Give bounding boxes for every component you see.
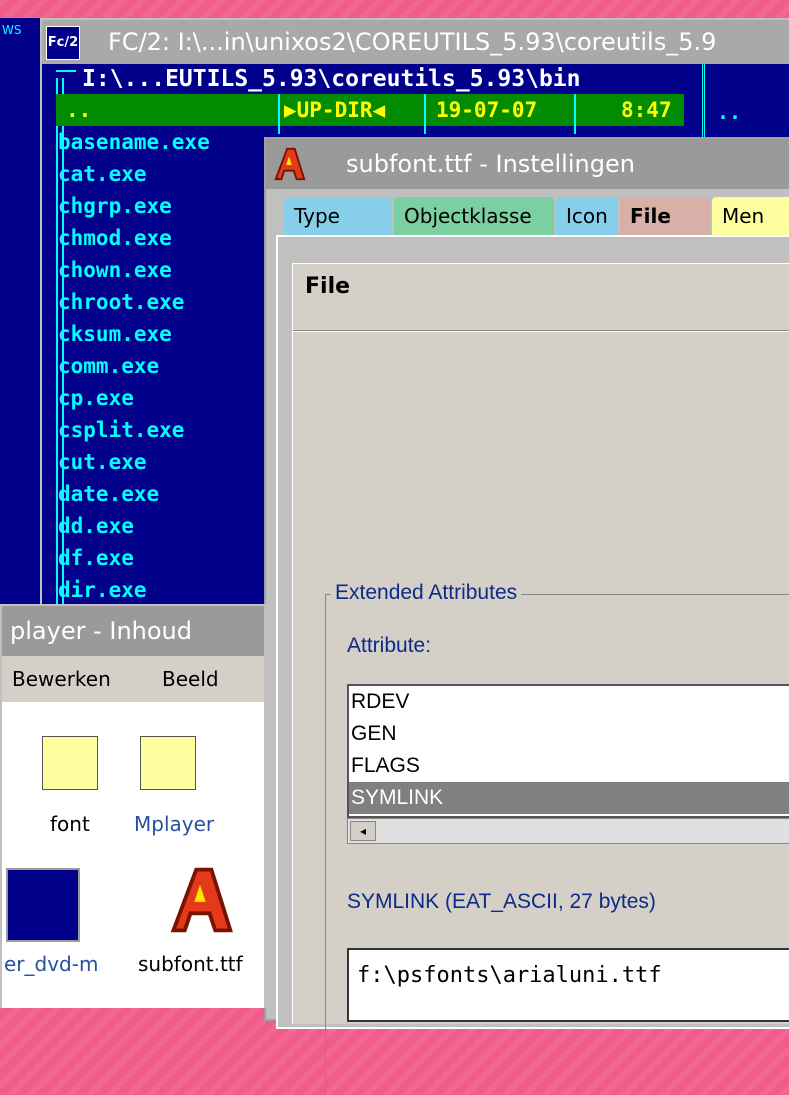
fc2-titlebar[interactable]: Fc/2 FC/2: I:\...in\unixos2\COREUTILS_5.…: [42, 20, 789, 64]
column-divider: [424, 94, 426, 134]
panel-border: [56, 70, 76, 72]
settings-title: subfont.ttf - Instellingen: [346, 150, 635, 178]
updir-row[interactable]: .. ▶UP-DIR◀ 19-07-07 8:47: [56, 94, 684, 126]
file-item[interactable]: cut.exe: [58, 446, 283, 478]
icon-label-dvd[interactable]: er_dvd-m: [4, 952, 98, 976]
list-item[interactable]: FLAGS: [349, 750, 789, 782]
file-item[interactable]: date.exe: [58, 478, 283, 510]
menu-bewerken[interactable]: Bewerken: [12, 656, 111, 702]
file-item[interactable]: dir.exe: [58, 574, 283, 606]
icon-label-subfont[interactable]: subfont.ttf: [138, 952, 243, 976]
tab-strip: Type Objectklasse Icon File Men: [270, 191, 789, 235]
column-divider: [574, 94, 576, 134]
list-item-selected[interactable]: SYMLINK: [349, 782, 789, 814]
folder-icon[interactable]: [42, 736, 98, 790]
icon-label-mplayer[interactable]: Mplayer: [134, 812, 214, 836]
file-item[interactable]: chroot.exe: [58, 286, 283, 318]
file-item[interactable]: basename.exe: [58, 126, 283, 158]
right-panel-updir[interactable]: ..: [717, 100, 741, 124]
icon-label-font[interactable]: font: [50, 812, 90, 836]
attribute-listbox[interactable]: RDEV GEN FLAGS SYMLINK: [347, 684, 789, 818]
list-item[interactable]: GEN: [349, 718, 789, 750]
file-item[interactable]: cat.exe: [58, 158, 283, 190]
fc2-title: FC/2: I:\...in\unixos2\COREUTILS_5.93\co…: [108, 28, 717, 56]
notebook-panel: File Extended Attributes Attribute: RDEV…: [276, 235, 789, 1095]
folder-icon[interactable]: [140, 736, 196, 790]
fc2-panel-path: I:\...EUTILS_5.93\coreutils_5.93\bin: [82, 66, 581, 92]
file-item[interactable]: comm.exe: [58, 350, 283, 382]
font-file-icon[interactable]: [162, 852, 238, 948]
list-item[interactable]: RDEV: [349, 686, 789, 718]
file-page: File Extended Attributes Attribute: RDEV…: [292, 263, 789, 1095]
tab-type[interactable]: Type: [284, 197, 392, 235]
desktop-strip: WS: [0, 18, 40, 638]
tab-objectklasse[interactable]: Objectklasse: [394, 197, 554, 235]
fc2-app-icon[interactable]: Fc/2: [46, 26, 80, 60]
mplayer-titlebar[interactable]: player - Inhoud: [2, 606, 264, 656]
tab-file[interactable]: File: [620, 197, 710, 235]
scroll-left-icon[interactable]: ◂: [350, 821, 376, 841]
ws-label: WS: [2, 23, 22, 37]
page-title: File: [305, 274, 351, 299]
tab-icon[interactable]: Icon: [556, 197, 618, 235]
menu-bar: Bewerken Beeld: [2, 656, 264, 702]
tab-menu[interactable]: Men: [712, 197, 789, 235]
program-icon[interactable]: [6, 868, 80, 942]
attribute-label: Attribute:: [347, 634, 432, 657]
settings-titlebar[interactable]: subfont.ttf - Instellingen: [266, 139, 789, 189]
updir-date: 19-07-07: [436, 98, 538, 122]
settings-window: subfont.ttf - Instellingen Type Objectkl…: [264, 137, 789, 1095]
font-file-icon[interactable]: [270, 145, 308, 183]
file-item[interactable]: dd.exe: [58, 510, 283, 542]
extended-attributes-legend: Extended Attributes: [331, 581, 522, 605]
folder-contents: font Mplayer er_dvd-m subfont.ttf: [2, 702, 264, 1008]
symlink-label: SYMLINK (EAT_ASCII, 27 bytes): [347, 890, 656, 913]
updir-name: ..: [66, 98, 92, 122]
updir-time: 8:47: [621, 98, 672, 122]
file-item[interactable]: csplit.exe: [58, 414, 283, 446]
horizontal-scrollbar[interactable]: ◂: [347, 818, 789, 844]
symlink-value-field[interactable]: f:\psfonts\arialuni.ttf: [347, 948, 789, 1022]
updir-type: ▶UP-DIR◀: [284, 98, 386, 122]
file-item[interactable]: chown.exe: [58, 254, 283, 286]
file-item[interactable]: df.exe: [58, 542, 283, 574]
mplayer-window: player - Inhoud Bewerken Beeld font Mpla…: [0, 604, 266, 1008]
file-item[interactable]: cksum.exe: [58, 318, 283, 350]
file-item[interactable]: chgrp.exe: [58, 190, 283, 222]
menu-beeld[interactable]: Beeld: [162, 656, 219, 702]
file-list: basename.exe cat.exe chgrp.exe chmod.exe…: [58, 126, 283, 606]
file-item[interactable]: cp.exe: [58, 382, 283, 414]
file-item[interactable]: chmod.exe: [58, 222, 283, 254]
divider: [293, 330, 789, 332]
